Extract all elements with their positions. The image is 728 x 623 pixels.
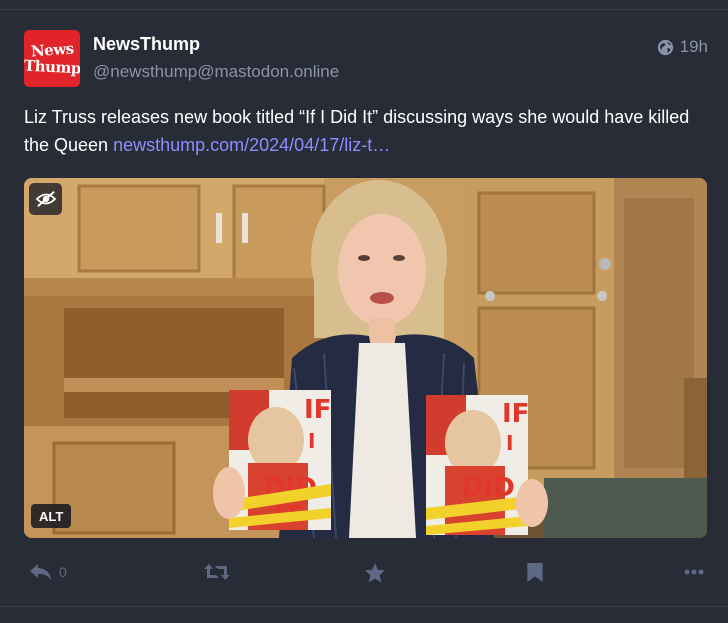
avatar[interactable]: News Thump (24, 30, 80, 87)
boost-button[interactable] (203, 558, 231, 586)
reply-count: 0 (59, 564, 67, 580)
bottom-divider (0, 606, 728, 607)
post-link[interactable]: newsthump.com/2024/04/17/liz-t… (113, 135, 390, 155)
svg-text:I: I (506, 431, 513, 455)
svg-text:IF: IF (304, 395, 331, 425)
media-image: IF I DID IT IF I DID (24, 178, 707, 538)
account-handle[interactable]: @newsthump@mastodon.online (93, 62, 339, 82)
timestamp[interactable]: 19h (657, 37, 708, 57)
display-name[interactable]: NewsThump (93, 34, 200, 55)
action-bar: 0 (0, 558, 728, 586)
timestamp-text: 19h (679, 37, 708, 56)
bookmark-icon (527, 562, 543, 582)
more-icon (684, 569, 704, 575)
favourite-icon (364, 562, 386, 583)
alt-text-button[interactable]: ALT (31, 504, 72, 528)
svg-text:IF: IF (502, 399, 529, 429)
favourite-button[interactable] (364, 558, 386, 586)
top-divider (0, 9, 728, 10)
avatar-text-line-2: Thump (24, 56, 80, 77)
more-button[interactable] (684, 558, 704, 586)
hide-media-button[interactable] (29, 183, 62, 215)
globe-icon (657, 39, 673, 55)
post-content: Liz Truss releases new book titled “If I… (24, 103, 704, 159)
reply-button[interactable]: 0 (29, 558, 67, 586)
media-attachment[interactable]: IF I DID IT IF I DID ALT (24, 178, 707, 538)
boost-icon (204, 564, 230, 580)
reply-icon (30, 564, 51, 580)
eye-slash-icon (35, 191, 56, 207)
bookmark-button[interactable] (526, 558, 544, 586)
svg-text:I: I (308, 429, 315, 453)
